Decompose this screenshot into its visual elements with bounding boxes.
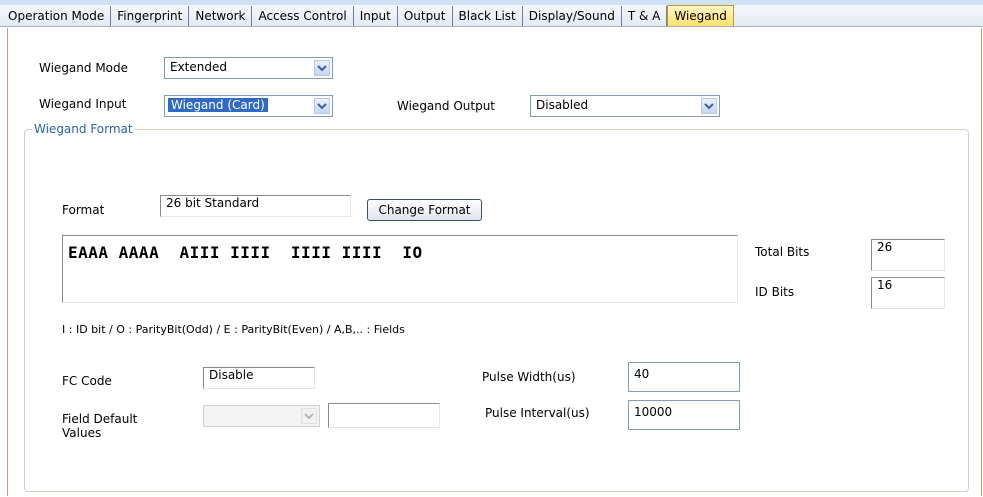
wiegand-input-value: Wiegand (Card) [168,98,268,112]
tab-operation-mode[interactable]: Operation Mode [2,6,112,26]
format-value: 26 bit Standard [166,196,260,210]
bit-legend-text: I : ID bit / O : ParityBit(Odd) / E : Pa… [62,323,405,336]
chevron-down-icon[interactable] [301,408,317,424]
field-default-input[interactable] [328,403,440,428]
chevron-down-icon[interactable] [314,98,330,114]
pulse-interval-input[interactable]: 10000 [628,400,740,430]
total-bits-field: 26 [871,239,945,271]
chevron-down-icon[interactable] [701,98,717,114]
tab-network[interactable]: Network [189,6,253,26]
bit-pattern-value: EAAA AAAA AIII IIII IIII IIII IO [68,243,423,262]
wiegand-input-select[interactable]: Wiegand (Card) [164,95,333,117]
wiegand-output-label: Wiegand Output [397,99,496,113]
tab-input[interactable]: Input [354,6,398,26]
tab-access-control[interactable]: Access Control [252,6,354,26]
wiegand-format-title: Wiegand Format [32,122,135,137]
bit-pattern-field: EAAA AAAA AIII IIII IIII IIII IO [62,235,738,303]
tab-bar: Operation Mode Fingerprint Network Acces… [0,5,983,27]
id-bits-label: ID Bits [755,285,795,299]
tab-t-and-a[interactable]: T & A [622,6,668,26]
wiegand-output-select[interactable]: Disabled [530,95,720,117]
tab-black-list[interactable]: Black List [453,6,523,26]
fc-code-field: Disable [203,367,315,389]
format-label: Format [62,203,105,217]
field-default-values-label: Field Default Values [62,412,138,440]
pulse-width-input[interactable]: 40 [628,362,740,392]
fc-code-label: FC Code [62,374,112,388]
wiegand-output-value: Disabled [536,98,589,112]
format-value-field: 26 bit Standard [160,195,351,217]
total-bits-value: 26 [877,240,893,254]
tab-display-sound[interactable]: Display/Sound [523,6,622,26]
id-bits-value: 16 [877,278,893,292]
wiegand-mode-select[interactable]: Extended [164,57,333,79]
pulse-width-label: Pulse Width(us) [482,370,576,384]
total-bits-label: Total Bits [755,245,810,259]
tab-output[interactable]: Output [398,6,453,26]
wiegand-mode-value: Extended [170,60,227,74]
id-bits-field: 16 [871,277,945,309]
fc-code-value: Disable [209,368,254,382]
wiegand-input-label: Wiegand Input [39,97,127,111]
tab-fingerprint[interactable]: Fingerprint [111,6,190,26]
change-format-button[interactable]: Change Format [367,199,482,221]
chevron-down-icon[interactable] [314,60,330,76]
field-default-select[interactable] [203,405,320,427]
tab-wiegand[interactable]: Wiegand [667,5,734,26]
wiegand-mode-label: Wiegand Mode [39,61,129,75]
pulse-width-value: 40 [634,367,650,381]
pulse-interval-value: 10000 [634,405,673,419]
pulse-interval-label: Pulse Interval(us) [485,406,590,420]
